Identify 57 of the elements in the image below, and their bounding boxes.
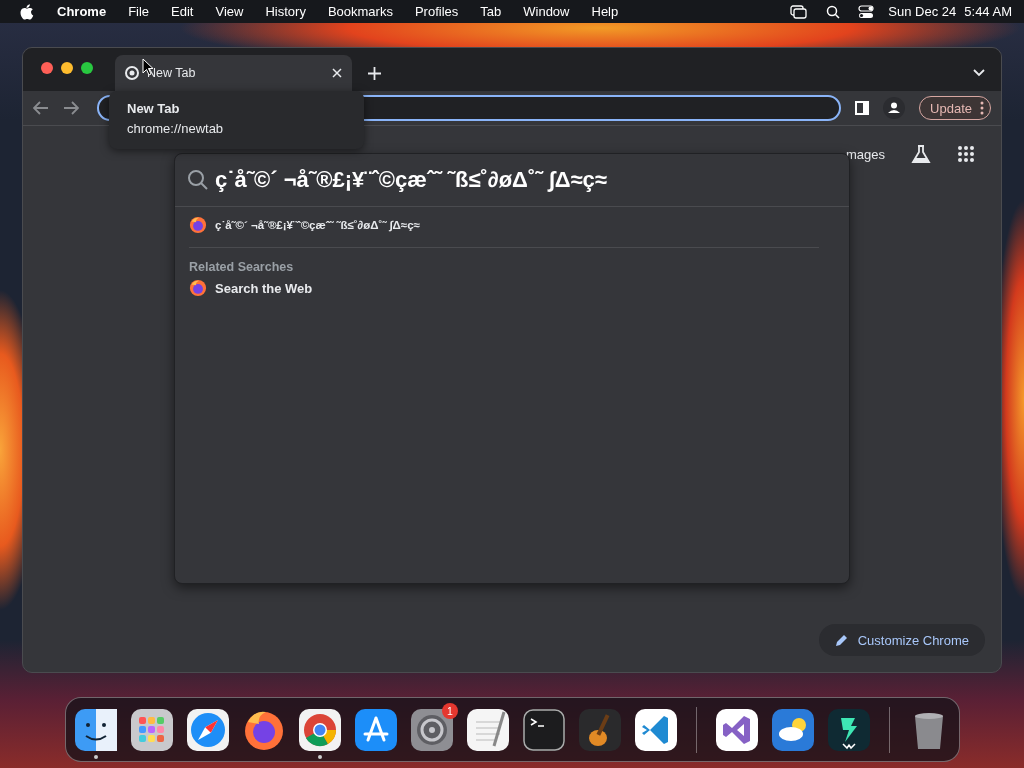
menu-item[interactable]: Help xyxy=(580,4,630,19)
flask-icon[interactable] xyxy=(911,144,931,164)
terminal-icon[interactable] xyxy=(522,707,566,752)
menu-item[interactable]: Window xyxy=(512,4,581,19)
back-arrow-icon[interactable] xyxy=(33,101,49,115)
notification-badge: 1 xyxy=(442,702,458,719)
search-icon xyxy=(187,169,209,191)
customize-chrome-button[interactable]: Customize Chrome xyxy=(818,624,985,656)
date-text: Sun Dec 24 xyxy=(888,4,957,19)
app-store-icon[interactable] xyxy=(354,707,398,752)
menu-item[interactable]: Profiles xyxy=(403,4,470,19)
chrome-logo-icon[interactable] xyxy=(298,707,342,752)
menu-item[interactable]: File xyxy=(117,4,161,19)
apps-grid-icon[interactable] xyxy=(957,145,975,163)
plus-icon[interactable] xyxy=(368,67,381,80)
minimize-window-button[interactable] xyxy=(61,61,73,74)
chevron-down-icon[interactable] xyxy=(973,69,985,77)
more-vertical-icon[interactable] xyxy=(980,101,984,115)
toggles-icon[interactable] xyxy=(858,4,875,19)
apple-logo-icon[interactable] xyxy=(20,3,34,20)
tooltip-title: New Tab xyxy=(127,101,181,116)
infinity-logo-icon[interactable] xyxy=(714,707,759,752)
suggestion-item[interactable]: ç˙å˜©´ ¬å˜®£¡¥¨ˆ©çæˆ˜ ˜ß≤˚∂øΔ˚˜ ∫Δ≈ç≈ xyxy=(215,219,420,231)
menu-item[interactable]: Tab xyxy=(469,4,513,19)
guitar-icon[interactable] xyxy=(578,707,622,752)
weather-icon[interactable] xyxy=(770,707,815,752)
menu-item[interactable]: View xyxy=(204,4,255,19)
notepad-icon[interactable] xyxy=(466,707,510,752)
menu-item[interactable]: Bookmarks xyxy=(316,4,404,19)
code-editor-icon[interactable] xyxy=(634,707,678,752)
update-button[interactable]: Update xyxy=(919,96,991,120)
gear-icon[interactable] xyxy=(410,707,454,752)
close-icon[interactable] xyxy=(332,68,342,78)
menu-item[interactable]: History xyxy=(254,4,317,19)
close-window-button[interactable] xyxy=(41,61,53,74)
compass-icon[interactable] xyxy=(186,707,230,752)
app-menu[interactable]: Chrome xyxy=(46,4,118,19)
zoom-window-button[interactable] xyxy=(81,61,93,74)
omnibox-query[interactable]: ç˙å˜©´ ¬å˜®£¡¥¨ˆ©çæˆ˜ ˜ß≤˚∂øΔ˚˜ ∫Δ≈ç≈ xyxy=(215,167,607,193)
tooltip-url: chrome://newtab xyxy=(127,121,225,136)
time-text: 5:44 AM xyxy=(964,4,1012,19)
suggestion-item[interactable]: Search the Web xyxy=(215,280,313,296)
chrome-logo-icon xyxy=(125,66,139,80)
avatar-icon[interactable] xyxy=(883,97,906,119)
pencil-icon xyxy=(834,633,848,647)
side-panel-icon[interactable] xyxy=(855,101,870,115)
menu-item[interactable]: Edit xyxy=(160,4,205,19)
video-editor-icon[interactable] xyxy=(826,707,871,752)
forward-arrow-icon[interactable] xyxy=(63,101,79,115)
section-heading: Related Searches xyxy=(188,259,295,274)
fox-logo-icon xyxy=(189,216,207,234)
app-grid-icon[interactable] xyxy=(130,707,174,752)
finder-icon[interactable] xyxy=(74,707,118,752)
search-icon[interactable] xyxy=(826,4,841,19)
header-link[interactable]: mages xyxy=(845,146,885,162)
windows-icon[interactable] xyxy=(790,4,809,19)
fox-logo-icon xyxy=(189,279,207,297)
